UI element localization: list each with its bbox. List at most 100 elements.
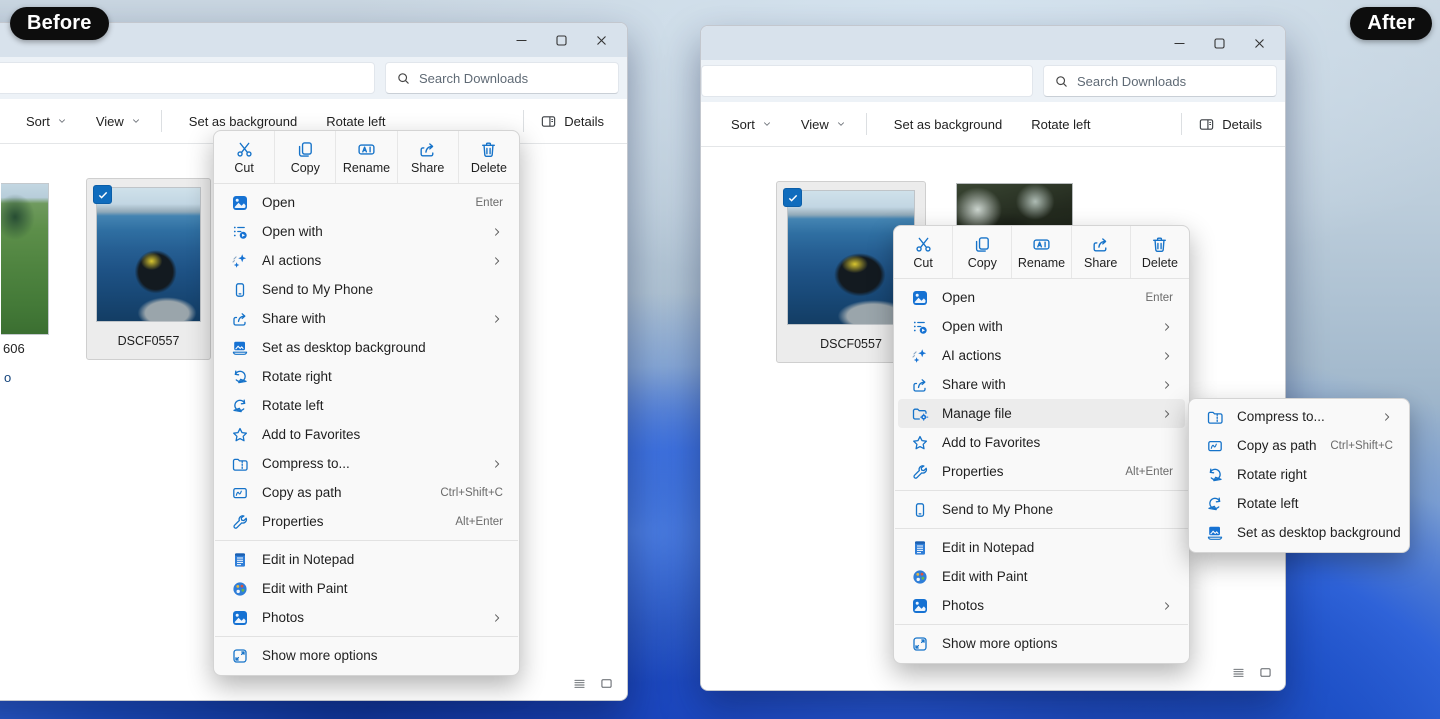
phone-icon bbox=[231, 281, 249, 299]
menu-item-send-to-my-phone[interactable]: Send to My Phone bbox=[218, 275, 515, 304]
dropdown-chevron-icon bbox=[131, 116, 141, 126]
strip-button-delete[interactable]: Delete bbox=[459, 131, 519, 183]
strip-button-copy[interactable]: Copy bbox=[953, 226, 1012, 278]
grid-view-icon bbox=[599, 676, 614, 691]
strip-button-share[interactable]: Share bbox=[398, 131, 459, 183]
rotate-left-icon bbox=[231, 397, 249, 415]
menu-item-compress-to[interactable]: Compress to... bbox=[1193, 402, 1405, 431]
address-bar[interactable] bbox=[701, 65, 1033, 97]
details-button[interactable]: Details bbox=[531, 107, 613, 136]
file-name: DSCF0557 bbox=[820, 325, 882, 362]
selection-checkbox[interactable] bbox=[93, 185, 112, 204]
strip-button-rename[interactable]: Rename bbox=[1012, 226, 1071, 278]
search-input[interactable] bbox=[1077, 74, 1266, 89]
strip-button-cut[interactable]: Cut bbox=[894, 226, 953, 278]
grid-view-toggle[interactable] bbox=[1258, 665, 1273, 680]
close-button[interactable] bbox=[1239, 28, 1279, 58]
list-view-icon bbox=[1231, 665, 1246, 680]
selection-checkbox[interactable] bbox=[783, 188, 802, 207]
toolbar: SortView Set as background Rotate left Det… bbox=[701, 102, 1285, 147]
thumbnail-golf-partial[interactable] bbox=[1, 183, 49, 335]
menu-item-edit-in-notepad[interactable]: Edit in Notepad bbox=[218, 545, 515, 574]
copy-icon bbox=[973, 235, 992, 254]
search-icon bbox=[1054, 74, 1069, 89]
menu-item-edit-with-paint[interactable]: Edit with Paint bbox=[898, 562, 1185, 591]
file-card-selected[interactable]: DSCF0557 bbox=[86, 178, 211, 360]
strip-button-copy[interactable]: Copy bbox=[275, 131, 336, 183]
strip-button-share[interactable]: Share bbox=[1072, 226, 1131, 278]
menu-item-add-to-favorites[interactable]: Add to Favorites bbox=[218, 420, 515, 449]
menu-item-rotate-right[interactable]: Rotate right bbox=[1193, 460, 1405, 489]
menu-item-ai-actions[interactable]: AI actions bbox=[898, 341, 1185, 370]
strip-button-delete[interactable]: Delete bbox=[1131, 226, 1189, 278]
maximize-button[interactable] bbox=[1199, 28, 1239, 58]
sort-button[interactable]: Sort bbox=[10, 108, 76, 135]
search-box[interactable] bbox=[1043, 65, 1277, 97]
menu-item-add-to-favorites[interactable]: Add to Favorites bbox=[898, 428, 1185, 457]
menu-item-edit-in-notepad[interactable]: Edit in Notepad bbox=[898, 533, 1185, 562]
close-button[interactable] bbox=[581, 25, 621, 55]
context-menu-after: CutCopyRename Share Delete OpenEnterOpen wi… bbox=[893, 225, 1190, 664]
toolbar-separator bbox=[523, 110, 524, 132]
menu-item-rotate-left[interactable]: Rotate left bbox=[218, 391, 515, 420]
menu-item-shortcut: Enter bbox=[476, 197, 504, 209]
menu-item-manage-file[interactable]: Manage file bbox=[898, 399, 1185, 428]
toolbar-label: Rotate left bbox=[1031, 117, 1090, 132]
menu-item-rotate-left[interactable]: Rotate left bbox=[1193, 489, 1405, 518]
expand-icon bbox=[231, 647, 249, 665]
wallpaper-icon bbox=[231, 339, 249, 357]
grid-view-toggle[interactable] bbox=[599, 676, 614, 691]
list-view-toggle[interactable] bbox=[1231, 665, 1246, 680]
strip-button-label: Share bbox=[1084, 256, 1117, 270]
search-input[interactable] bbox=[419, 71, 608, 86]
menu-item-properties[interactable]: PropertiesAlt+Enter bbox=[898, 457, 1185, 486]
menu-item-open[interactable]: OpenEnter bbox=[898, 283, 1185, 312]
menu-item-label: Edit with Paint bbox=[262, 581, 348, 596]
menu-item-properties[interactable]: PropertiesAlt+Enter bbox=[218, 507, 515, 536]
menu-item-show-more-options[interactable]: Show more options bbox=[218, 641, 515, 670]
menu-item-label: Compress to... bbox=[1237, 409, 1325, 424]
maximize-button[interactable] bbox=[541, 25, 581, 55]
menu-item-share-with[interactable]: Share with bbox=[898, 370, 1185, 399]
notepad-icon bbox=[231, 551, 249, 569]
menu-item-compress-to[interactable]: Compress to... bbox=[218, 449, 515, 478]
menu-item-set-as-desktop-background[interactable]: Set as desktop background bbox=[1193, 518, 1405, 547]
minimize-button[interactable] bbox=[1159, 28, 1199, 58]
view-button[interactable]: View bbox=[785, 111, 855, 138]
file-name-partial: 606 bbox=[3, 341, 25, 356]
menu-item-label: AI actions bbox=[262, 253, 321, 268]
toolbar-separator bbox=[161, 110, 162, 132]
menu-item-open-with[interactable]: Open with bbox=[898, 312, 1185, 341]
menu-item-show-more-options[interactable]: Show more options bbox=[898, 629, 1185, 658]
details-button[interactable]: Details bbox=[1189, 110, 1271, 139]
menu-item-shortcut: Ctrl+Shift+C bbox=[440, 487, 503, 499]
menu-item-send-to-my-phone[interactable]: Send to My Phone bbox=[898, 495, 1185, 524]
menu-item-set-as-desktop-background[interactable]: Set as desktop background bbox=[218, 333, 515, 362]
minimize-button[interactable] bbox=[501, 25, 541, 55]
address-bar[interactable]: ls bbox=[0, 62, 375, 94]
menu-item-rotate-right[interactable]: Rotate right bbox=[218, 362, 515, 391]
menu-item-photos[interactable]: Photos bbox=[898, 591, 1185, 620]
view-button[interactable]: View bbox=[80, 108, 150, 135]
menu-item-photos[interactable]: Photos bbox=[218, 603, 515, 632]
menu-item-open[interactable]: OpenEnter bbox=[218, 188, 515, 217]
sort-button[interactable]: Sort bbox=[715, 111, 781, 138]
file-name: DSCF0557 bbox=[118, 322, 180, 359]
menu-item-copy-as-path[interactable]: Copy as pathCtrl+Shift+C bbox=[218, 478, 515, 507]
star-icon bbox=[231, 426, 249, 444]
set-as-background-button[interactable]: Set as background bbox=[878, 111, 1011, 138]
menu-item-open-with[interactable]: Open with bbox=[218, 217, 515, 246]
menu-item-edit-with-paint[interactable]: Edit with Paint bbox=[218, 574, 515, 603]
open-with-icon bbox=[231, 223, 249, 241]
menu-item-label: Set as desktop background bbox=[1237, 525, 1401, 540]
rotate-right-icon bbox=[1206, 466, 1224, 484]
strip-button-rename[interactable]: Rename bbox=[336, 131, 397, 183]
list-view-toggle[interactable] bbox=[572, 676, 587, 691]
more-button[interactable] bbox=[1103, 118, 1121, 130]
menu-item-ai-actions[interactable]: AI actions bbox=[218, 246, 515, 275]
menu-item-copy-as-path[interactable]: Copy as pathCtrl+Shift+C bbox=[1193, 431, 1405, 460]
search-box[interactable] bbox=[385, 62, 619, 94]
strip-button-cut[interactable]: Cut bbox=[214, 131, 275, 183]
rotate-left-button[interactable]: Rotate left bbox=[1015, 111, 1099, 138]
menu-item-share-with[interactable]: Share with bbox=[218, 304, 515, 333]
